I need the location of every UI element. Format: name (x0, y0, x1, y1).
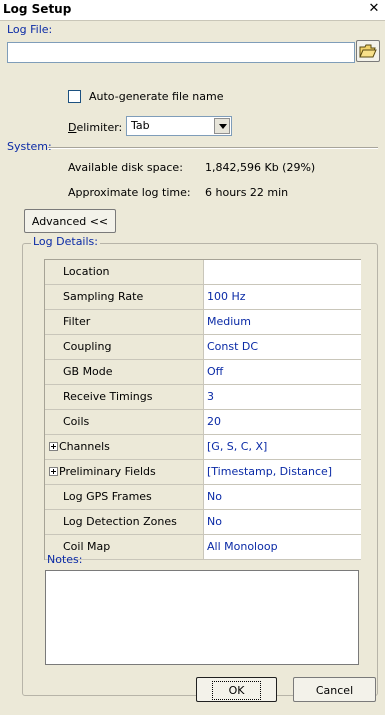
grid-row[interactable]: GB Mode Off (45, 360, 361, 385)
title-bar: Log Setup ✕ (0, 0, 385, 21)
grid-row-key: Receive Timings (63, 390, 153, 403)
grid-row[interactable]: Log GPS Frames No (45, 485, 361, 510)
disk-space-value: 1,842,596 Kb (29%) (205, 161, 316, 174)
grid-row-value-cell[interactable]: No (204, 485, 361, 509)
grid-row-key: Log GPS Frames (63, 490, 152, 503)
grid-row[interactable]: Filter Medium (45, 310, 361, 335)
grid-row-value: Medium (207, 315, 251, 328)
delimiter-select[interactable]: Tab (126, 116, 232, 136)
grid-row-key-cell: Receive Timings (45, 385, 204, 409)
grid-row[interactable]: Channels [G, S, C, X] (45, 435, 361, 460)
autogen-checkbox[interactable] (68, 90, 81, 103)
grid-row-key: Coils (63, 415, 90, 428)
grid-row-value-cell[interactable]: Medium (204, 310, 361, 334)
grid-row-key-cell: Preliminary Fields (45, 460, 204, 484)
log-details-label: Log Details: (31, 235, 100, 248)
system-label: System: (7, 140, 52, 153)
log-time-value: 6 hours 22 min (205, 186, 289, 199)
grid-row-key-cell: Coils (45, 410, 204, 434)
grid-row-key-cell: GB Mode (45, 360, 204, 384)
grid-row-value-cell[interactable]: No (204, 510, 361, 534)
grid-row-value: [Timestamp, Distance] (207, 465, 333, 478)
grid-row-key: Filter (63, 315, 91, 328)
disk-space-label: Available disk space: (68, 161, 183, 174)
grid-row-value: No (207, 490, 222, 503)
browse-button[interactable] (356, 40, 380, 62)
grid-row-value: [G, S, C, X] (207, 440, 268, 453)
log-details-grid: Location Sampling Rate 100 Hz Filter Medium C… (44, 259, 361, 560)
grid-row[interactable]: Coil Map All Monoloop (45, 535, 361, 560)
folder-open-icon (359, 44, 377, 58)
grid-row-key-cell: Log GPS Frames (45, 485, 204, 509)
grid-row-key: Preliminary Fields (59, 465, 156, 478)
grid-row-key: Channels (59, 440, 110, 453)
grid-row-value-cell[interactable]: 3 (204, 385, 361, 409)
grid-row-key: Location (63, 265, 110, 278)
grid-row-value: 100 Hz (207, 290, 246, 303)
grid-row[interactable]: Coils 20 (45, 410, 361, 435)
grid-row-key-cell: Channels (45, 435, 204, 459)
notes-textarea[interactable] (45, 570, 359, 665)
grid-row[interactable]: Log Detection Zones No (45, 510, 361, 535)
grid-row-key-cell: Location (45, 260, 204, 284)
grid-row-key: Log Detection Zones (63, 515, 177, 528)
ok-button[interactable]: OK (196, 677, 277, 702)
advanced-button[interactable]: Advanced << (24, 209, 116, 233)
grid-row[interactable]: Preliminary Fields [Timestamp, Distance] (45, 460, 361, 485)
grid-row-value: Const DC (207, 340, 259, 353)
log-file-input[interactable] (7, 42, 355, 63)
grid-row-key-cell: Filter (45, 310, 204, 334)
chevron-down-icon[interactable] (214, 118, 230, 134)
grid-row-key-cell: Log Detection Zones (45, 510, 204, 534)
close-icon[interactable]: ✕ (367, 2, 381, 16)
expand-plus-icon[interactable] (49, 467, 58, 476)
cancel-button[interactable]: Cancel (293, 677, 376, 702)
grid-row-value-cell[interactable]: 100 Hz (204, 285, 361, 309)
delimiter-value: Tab (131, 119, 150, 132)
grid-row-value: No (207, 515, 222, 528)
log-time-label: Approximate log time: (68, 186, 191, 199)
grid-row-value-cell[interactable]: Off (204, 360, 361, 384)
system-separator (48, 147, 378, 149)
grid-row-value-cell[interactable]: 20 (204, 410, 361, 434)
grid-row-key: GB Mode (63, 365, 113, 378)
log-file-label: Log File: (7, 23, 53, 36)
grid-row-value: 3 (207, 390, 214, 403)
grid-row-value-cell[interactable]: [G, S, C, X] (204, 435, 361, 459)
grid-row[interactable]: Coupling Const DC (45, 335, 361, 360)
grid-row[interactable]: Location (45, 260, 361, 285)
window-title: Log Setup (3, 2, 72, 16)
grid-row-value-cell[interactable]: [Timestamp, Distance] (204, 460, 361, 484)
grid-row[interactable]: Sampling Rate 100 Hz (45, 285, 361, 310)
grid-row-key: Coupling (63, 340, 112, 353)
grid-row-value-cell[interactable] (204, 260, 361, 284)
grid-row-key: Sampling Rate (63, 290, 144, 303)
grid-row-key: Coil Map (63, 540, 111, 553)
grid-row-value-cell[interactable]: Const DC (204, 335, 361, 359)
grid-row[interactable]: Receive Timings 3 (45, 385, 361, 410)
grid-row-value-cell[interactable]: All Monoloop (204, 535, 361, 559)
notes-label: Notes: (47, 553, 83, 566)
grid-row-value: Off (207, 365, 224, 378)
grid-row-value: All Monoloop (207, 540, 278, 553)
grid-row-key-cell: Sampling Rate (45, 285, 204, 309)
autogen-label: Auto-generate file name (89, 90, 224, 103)
grid-row-value: 20 (207, 415, 221, 428)
delimiter-label: Delimiter: (68, 121, 123, 134)
grid-row-key-cell: Coupling (45, 335, 204, 359)
expand-plus-icon[interactable] (49, 442, 58, 451)
